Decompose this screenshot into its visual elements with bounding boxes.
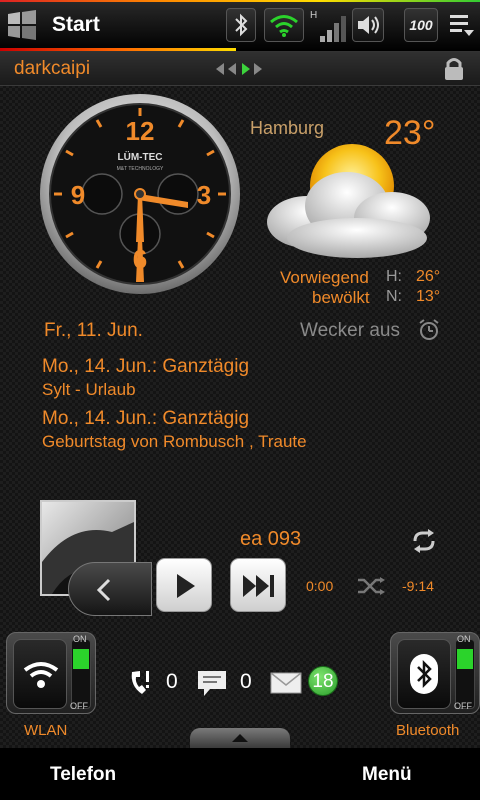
bluetooth-status-icon[interactable] [226, 8, 256, 42]
battery-level: 100 [409, 17, 433, 33]
shuffle-icon[interactable] [356, 576, 386, 596]
bluetooth-on-label: ON [457, 634, 471, 644]
wlan-toggle-face [13, 639, 67, 709]
weather-high-label: H: [386, 268, 402, 285]
status-bar-accent-line [0, 0, 480, 2]
bluetooth-on-indicator [457, 649, 473, 669]
email-count-badge[interactable]: 18 [308, 666, 338, 696]
time-remaining: -9:14 [402, 578, 434, 594]
previous-button[interactable] [68, 562, 152, 616]
time-elapsed: 0:00 [306, 578, 334, 594]
chevron-left-icon [96, 578, 111, 602]
sync-arrows-icon [216, 63, 262, 75]
skip-forward-icon [243, 575, 274, 597]
phone-softkey[interactable]: Telefon [50, 764, 116, 786]
current-date[interactable]: Fr., 11. Jun. [44, 320, 143, 342]
weather-condition-line1: Vorwiegend [280, 268, 369, 287]
play-button[interactable] [156, 558, 212, 612]
user-bar: darkcaipi [0, 52, 480, 86]
menu-softkey[interactable]: Menü [362, 764, 412, 786]
bluetooth-icon [417, 659, 432, 689]
wlan-off-label: OFF [70, 701, 88, 711]
weather-low-label: N: [386, 288, 402, 305]
event-subtitle: Geburtstag von Rombusch , Traute [42, 432, 307, 451]
bluetooth-toggle-face [397, 639, 451, 709]
event-title: Mo., 14. Jun.: Ganztägig [42, 408, 250, 429]
status-bar: Start H 100 [0, 0, 480, 52]
wifi-icon [23, 662, 59, 688]
bluetooth-label: Bluetooth [396, 722, 460, 739]
wlan-on-label: ON [73, 634, 87, 644]
sms-icon[interactable] [196, 668, 228, 698]
status-bar-progress-line [0, 48, 236, 51]
weather-city[interactable]: Hamburg [250, 118, 324, 139]
next-track-button[interactable] [230, 558, 286, 612]
username[interactable]: darkcaipi [14, 58, 90, 80]
email-icon[interactable] [270, 672, 302, 694]
play-icon [177, 574, 195, 598]
clock-brand: LÜM-TEC [118, 150, 163, 163]
bluetooth-off-label: OFF [454, 701, 472, 711]
wlan-on-indicator [73, 649, 89, 669]
weather-condition-line2: bewölkt [312, 288, 370, 307]
weather-high-value: 26° [416, 268, 441, 285]
sms-count: 0 [240, 670, 252, 693]
partly-cloudy-icon [267, 144, 430, 258]
wlan-label: WLAN [24, 722, 68, 739]
bluetooth-toggle[interactable]: ON OFF [390, 632, 480, 714]
clock-numeral-9: 9 [71, 180, 85, 210]
alarm-status[interactable]: Wecker aus [300, 320, 400, 342]
track-title[interactable]: ea 093 [240, 528, 301, 551]
alarm-clock-icon[interactable] [418, 318, 440, 342]
expand-panel-handle[interactable] [190, 728, 290, 748]
weather-low-value: 13° [416, 288, 441, 305]
analog-clock[interactable]: 12 9 3 6 LÜM-TEC M&T TECHNOLOGY [38, 92, 242, 296]
menu-dropdown-icon[interactable] [448, 12, 476, 40]
repeat-icon[interactable] [410, 528, 438, 554]
missed-calls-count: 0 [166, 670, 178, 693]
wlan-toggle[interactable]: ON OFF [6, 632, 96, 714]
volume-icon[interactable] [352, 8, 384, 42]
clock-subtitle: M&T TECHNOLOGY [117, 166, 164, 172]
wifi-status-icon[interactable] [264, 8, 304, 42]
home-screen: darkcaipi 12 9 3 LÜM-TEC M&T TECHNOLOGY … [0, 52, 480, 748]
svg-text:H: H [310, 10, 317, 21]
arrow-up-icon [232, 734, 248, 742]
battery-icon[interactable]: 100 [404, 8, 438, 42]
start-title[interactable]: Start [52, 13, 100, 37]
windows-start-icon[interactable] [6, 10, 38, 40]
event-title: Mo., 14. Jun.: Ganztägig [42, 356, 250, 377]
lock-icon[interactable] [442, 56, 466, 82]
signal-strength-icon[interactable]: H [310, 8, 348, 44]
softkey-bar: Telefon Menü [0, 748, 480, 800]
event-subtitle: Sylt - Urlaub [42, 380, 136, 399]
clock-numeral-12: 12 [126, 116, 155, 146]
missed-call-icon[interactable] [128, 668, 156, 698]
clock-numeral-3: 3 [197, 180, 211, 210]
